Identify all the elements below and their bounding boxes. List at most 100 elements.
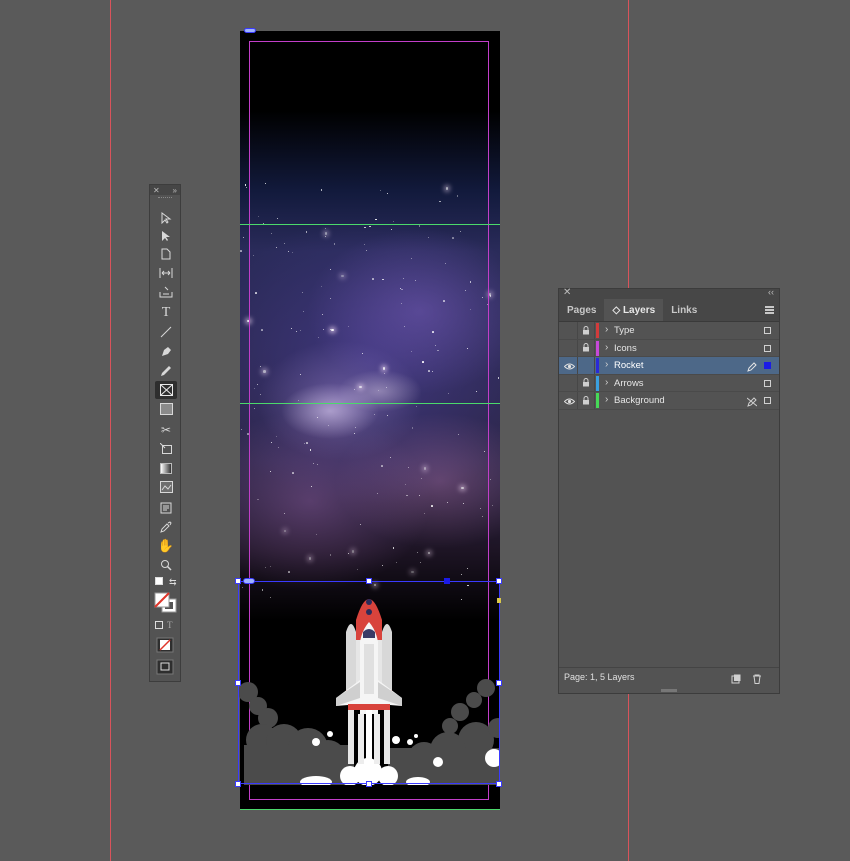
close-icon[interactable]: ✕ [563, 287, 571, 298]
gradient-feather-tool[interactable] [155, 478, 177, 496]
tab-pages[interactable]: Pages [559, 299, 604, 321]
direct-selection-tool[interactable] [155, 227, 177, 245]
lock-toggle[interactable] [578, 375, 594, 392]
frame-handle-tl[interactable] [235, 578, 241, 584]
link-icon[interactable] [243, 578, 255, 584]
visibility-toggle[interactable] [561, 375, 577, 392]
expand-chevron-icon[interactable]: › [605, 342, 608, 353]
layer-color-swatch [596, 375, 599, 391]
pen-tool[interactable] [155, 343, 177, 361]
gradient-swatch-tool[interactable] [155, 459, 177, 477]
selected-frame[interactable] [238, 581, 500, 784]
collapse-icon[interactable]: ‹‹ [768, 287, 774, 297]
lock-icon [582, 392, 590, 410]
direct-arrow-icon [162, 231, 170, 241]
visibility-toggle[interactable] [561, 340, 577, 357]
content-collector-tool[interactable] [155, 283, 177, 301]
type-icon: T [161, 305, 171, 320]
horizontal-guide-2[interactable] [240, 403, 500, 404]
swap-fill-stroke-icon[interactable]: ⇆ [169, 577, 177, 588]
trash-icon[interactable] [752, 671, 762, 689]
lock-toggle[interactable] [578, 357, 594, 374]
visibility-toggle[interactable] [561, 357, 577, 374]
panel-menu-icon[interactable] [765, 306, 774, 315]
eye-icon [563, 357, 575, 375]
out-port-icon[interactable] [497, 598, 501, 603]
horizontal-guide-1[interactable] [240, 224, 500, 225]
grip[interactable] [158, 197, 172, 202]
no-edit-pen-icon [746, 394, 758, 412]
gap-icon [159, 268, 173, 278]
layer-selection-square[interactable] [764, 362, 771, 369]
layer-row-background[interactable]: › Background [559, 392, 779, 410]
visibility-toggle[interactable] [561, 322, 577, 339]
rectangle-icon [159, 403, 173, 415]
link-icon-top[interactable] [244, 28, 256, 33]
hand-tool[interactable]: ✋ [155, 537, 177, 555]
expand-chevron-icon[interactable]: › [605, 394, 608, 405]
frame-handle-mr[interactable] [496, 680, 502, 686]
expand-icon[interactable]: » [173, 186, 177, 195]
lock-toggle[interactable] [578, 340, 594, 357]
tab-layers[interactable]: ◇ Layers [604, 299, 664, 321]
layer-color-swatch [596, 340, 599, 356]
layer-selection-square[interactable] [764, 397, 771, 404]
page-bottom-guide [240, 809, 500, 810]
apply-none-button[interactable] [156, 637, 174, 658]
new-layer-icon[interactable] [731, 671, 741, 689]
layers-status: Page: 1, 5 Layers [564, 672, 635, 682]
frame-handle-bm[interactable] [366, 781, 372, 787]
frame-handle-tm[interactable] [366, 578, 372, 584]
frame-x-icon [159, 384, 173, 396]
eyedropper-tool[interactable] [155, 518, 177, 536]
selection-tool[interactable] [155, 209, 177, 227]
layer-row-rocket[interactable]: › Rocket [559, 357, 779, 375]
pencil-tool[interactable] [155, 362, 177, 380]
fill-stroke-swatches[interactable] [154, 592, 178, 619]
expand-chevron-icon[interactable]: › [605, 324, 608, 335]
ruler-guide-left[interactable] [110, 0, 111, 861]
formatting-buttons: T [155, 620, 173, 630]
layer-row-icons[interactable]: › Icons [559, 339, 779, 357]
layer-selection-square[interactable] [764, 379, 771, 387]
lock-icon [582, 339, 590, 357]
frame-handle-bl[interactable] [235, 781, 241, 787]
rectangle-frame-tool[interactable] [155, 381, 177, 399]
zoom-tool[interactable] [155, 556, 177, 574]
format-container-icon[interactable] [155, 621, 163, 629]
note-tool[interactable] [155, 499, 177, 517]
free-transform-tool[interactable] [155, 440, 177, 458]
format-text-icon[interactable]: T [167, 620, 173, 630]
visibility-toggle[interactable] [561, 392, 577, 409]
frame-handle-br[interactable] [496, 781, 502, 787]
screen-mode-icon [156, 659, 174, 675]
layer-name: Icons [614, 342, 637, 354]
layer-row-type[interactable]: › Type [559, 322, 779, 340]
layer-row-arrows[interactable]: › Arrows [559, 374, 779, 392]
type-tool[interactable]: T [155, 304, 177, 322]
zoom-icon [161, 560, 172, 571]
scissors-tool[interactable]: ✂ [155, 421, 177, 439]
lock-toggle[interactable] [578, 392, 594, 409]
gap-tool[interactable] [155, 264, 177, 282]
layer-selection-square[interactable] [764, 327, 771, 334]
frame-handle-tr[interactable] [496, 578, 502, 584]
default-fill-stroke[interactable] [155, 577, 163, 585]
content-grabber[interactable] [444, 578, 450, 584]
expand-chevron-icon[interactable]: › [605, 377, 608, 388]
eye-icon [563, 392, 575, 410]
tab-links[interactable]: Links [663, 299, 705, 321]
page-tool[interactable] [155, 245, 177, 263]
frame-handle-ml[interactable] [235, 680, 241, 686]
panel-resize-grip[interactable] [661, 689, 677, 692]
close-icon[interactable]: ✕ [153, 186, 160, 195]
panel-header[interactable]: ✕ ‹‹ [559, 287, 779, 299]
apply-none-icon [156, 637, 174, 653]
line-tool[interactable] [155, 323, 177, 341]
layer-selection-square[interactable] [764, 344, 771, 352]
rectangle-tool[interactable] [155, 400, 177, 418]
expand-chevron-icon[interactable]: › [605, 359, 608, 370]
screen-mode-button[interactable] [156, 659, 174, 680]
tools-panel-header[interactable]: ✕ » [150, 185, 180, 195]
lock-toggle[interactable] [578, 322, 594, 339]
